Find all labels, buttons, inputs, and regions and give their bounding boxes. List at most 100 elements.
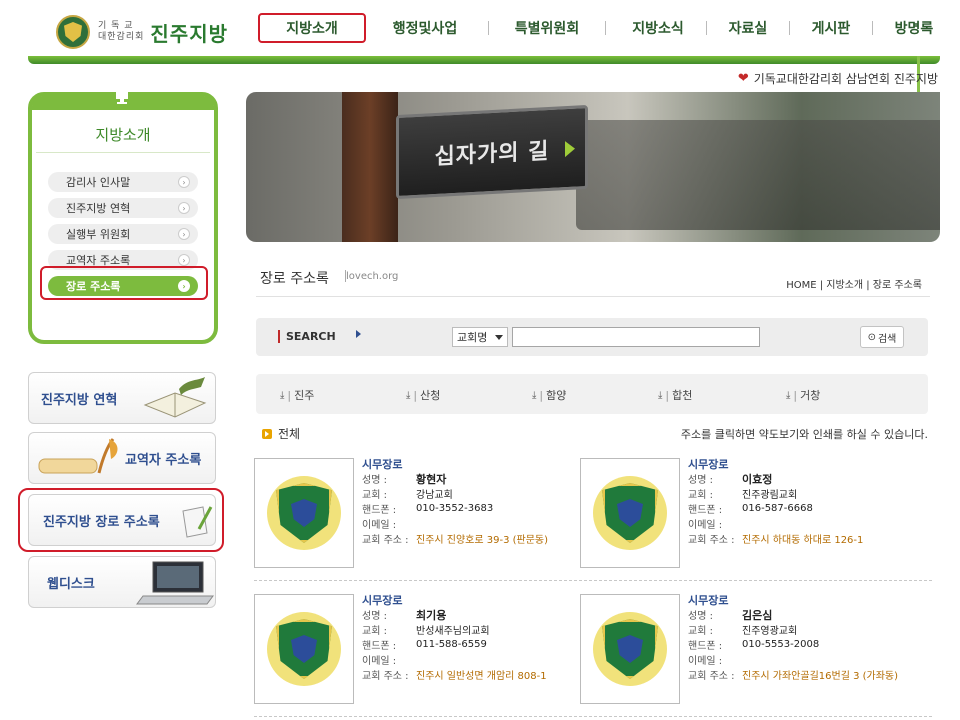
sub-nav-item-history[interactable]: 진주지방 연혁 › [48, 198, 198, 218]
region-sancheong[interactable]: ⤓ | 산청 [406, 387, 440, 403]
elder-card: 시무장로 성명 : 김은심 교회 : 진주영광교회 핸드폰 : 010-5553-20… [580, 592, 900, 704]
nav-item-news[interactable]: 지방소식 [630, 13, 686, 43]
chevron-right-icon: › [178, 228, 190, 240]
elder-name: 최기용 [416, 608, 447, 622]
elder-address-link[interactable]: 진주시 일반성면 개암리 808-1 [416, 667, 547, 682]
label-address: 교회 주소 : [688, 671, 735, 682]
nav-item-intro[interactable]: 지방소개 [258, 13, 366, 43]
chevron-right-icon: › [178, 254, 190, 266]
card-divider [254, 580, 932, 581]
banner-webdisk[interactable]: 웹디스크 [28, 556, 216, 608]
search-label: SEARCH [278, 330, 336, 343]
list-heading: 전체 [262, 425, 300, 442]
region-filter: ⤓ | 진주 ⤓ | 산청 ⤓ | 함양 ⤓ | 합천 ⤓ | 거창 [256, 374, 928, 414]
elder-info: 시무장로 성명 : 황현자 교회 : 강남교회 핸드폰 : 010-3552-3683… [362, 456, 582, 546]
sub-nav-divider [36, 152, 210, 162]
header-green-bar [28, 56, 940, 112]
search-bar: SEARCH 교회명 ⊙ 검색 [256, 318, 928, 356]
region-jinju[interactable]: ⤓ | 진주 [280, 387, 314, 403]
banner-highlight [18, 488, 224, 552]
download-icon: ⤓ [406, 389, 411, 401]
elder-photo [580, 594, 680, 704]
page-domain: lovech.org [346, 271, 399, 282]
sub-nav-item-label: 감리사 인사말 [66, 176, 131, 189]
nav-item-guestbook[interactable]: 방명록 [893, 13, 935, 43]
sub-nav: 지방소개 감리사 인사말 › 진주지방 연혁 › 실행부 위원회 › 교역자 주… [28, 92, 218, 344]
site-logo[interactable]: 기 독 교 대한감리회 진주지방 [56, 12, 236, 52]
elder-phone: 011-588-6559 [416, 639, 487, 650]
separator: | [665, 388, 670, 402]
label-church: 교회 : [688, 490, 713, 501]
logo-small-line1: 기 독 교 [98, 21, 134, 31]
card-divider [254, 716, 932, 717]
laptop-icon [136, 561, 214, 605]
elder-address-link[interactable]: 진주시 하대동 하대로 126-1 [742, 531, 863, 546]
label-address: 교회 주소 : [362, 671, 409, 682]
page-head-divider [256, 296, 930, 297]
nav-divider [706, 21, 707, 35]
elder-role: 시무장로 [688, 594, 729, 607]
separator: | [793, 388, 798, 402]
label-name: 성명 : [688, 611, 713, 622]
book-icon [143, 377, 207, 418]
region-hamyang[interactable]: ⤓ | 함양 [532, 387, 566, 403]
elder-photo [580, 458, 680, 568]
banner-pastors[interactable]: 교역자 주소록 [28, 432, 216, 484]
elder-phone: 010-3552-3683 [416, 503, 494, 514]
sub-nav-item-label: 진주지방 연혁 [66, 202, 131, 215]
elder-role: 시무장로 [362, 594, 403, 607]
nav-divider [605, 21, 606, 35]
elder-address-link[interactable]: 진주시 가좌안골길16번길 3 (가좌동) [742, 667, 898, 682]
banner-label: 웹디스크 [47, 576, 95, 592]
scroll-quill-icon [38, 438, 118, 474]
nav-item-library[interactable]: 자료실 [727, 13, 769, 43]
header: 기 독 교 대한감리회 진주지방 지방소개 행정및사업 특별위원회 지방소식 자… [0, 0, 960, 112]
elder-phone: 010-5553-2008 [742, 639, 820, 650]
label-email: 이메일 : [362, 656, 397, 667]
banner-history[interactable]: 진주지방 연혁 [28, 372, 216, 424]
elder-photo [254, 458, 354, 568]
hero-wooden-post [342, 92, 398, 242]
elder-address-link[interactable]: 진주시 진양호로 39-3 (판문동) [416, 531, 548, 546]
list-heading-text: 전체 [278, 427, 301, 441]
bullet-arrow-icon [262, 428, 272, 439]
label-name: 성명 : [362, 611, 387, 622]
download-icon: ⤓ [786, 389, 791, 401]
page-title: 장로 주소록 [260, 271, 329, 287]
active-item-highlight [40, 266, 208, 300]
breadcrumb[interactable]: HOME | 지방소개 | 장로 주소록 [786, 276, 922, 291]
caret-down-icon [495, 334, 503, 340]
methodist-emblem-icon [56, 15, 90, 49]
region-label: 함양 [546, 389, 567, 402]
search-field-select[interactable]: 교회명 [452, 327, 508, 347]
region-geochang[interactable]: ⤓ | 거창 [786, 387, 820, 403]
region-hapcheon[interactable]: ⤓ | 합천 [658, 387, 692, 403]
elder-name: 김은심 [742, 608, 773, 622]
elder-info: 시무장로 성명 : 이효정 교회 : 진주광림교회 핸드폰 : 016-587-666… [688, 456, 908, 546]
label-email: 이메일 : [688, 520, 723, 531]
elder-photo [254, 594, 354, 704]
label-phone: 핸드폰 : [362, 641, 397, 652]
nav-item-admin[interactable]: 행정및사업 [386, 13, 464, 43]
nav-item-board[interactable]: 게시판 [810, 13, 852, 43]
sub-nav-item-greeting[interactable]: 감리사 인사말 › [48, 172, 198, 192]
region-label: 합천 [672, 389, 693, 402]
tagline: ❤ 기독교대한감리회 삼남연회 진주지방 [738, 70, 938, 87]
search-input[interactable] [512, 327, 760, 347]
sub-nav-item-executive[interactable]: 실행부 위원회 › [48, 224, 198, 244]
nav-divider [488, 21, 489, 35]
play-arrow-icon [356, 330, 361, 338]
label-church: 교회 : [362, 626, 387, 637]
separator: | [287, 388, 292, 402]
search-button-label: 검색 [877, 333, 897, 345]
nav-item-committee[interactable]: 특별위원회 [513, 13, 581, 43]
search-button[interactable]: ⊙ 검색 [860, 326, 904, 348]
elder-info: 시무장로 성명 : 김은심 교회 : 진주영광교회 핸드폰 : 010-5553-20… [688, 592, 908, 682]
label-phone: 핸드폰 : [688, 505, 723, 516]
label-church: 교회 : [362, 490, 387, 501]
methodist-emblem-icon [593, 612, 667, 686]
elder-phone: 016-587-6668 [742, 503, 813, 514]
arrow-right-icon [565, 140, 575, 158]
search-select-value: 교회명 [457, 331, 488, 344]
label-address: 교회 주소 : [688, 535, 735, 546]
